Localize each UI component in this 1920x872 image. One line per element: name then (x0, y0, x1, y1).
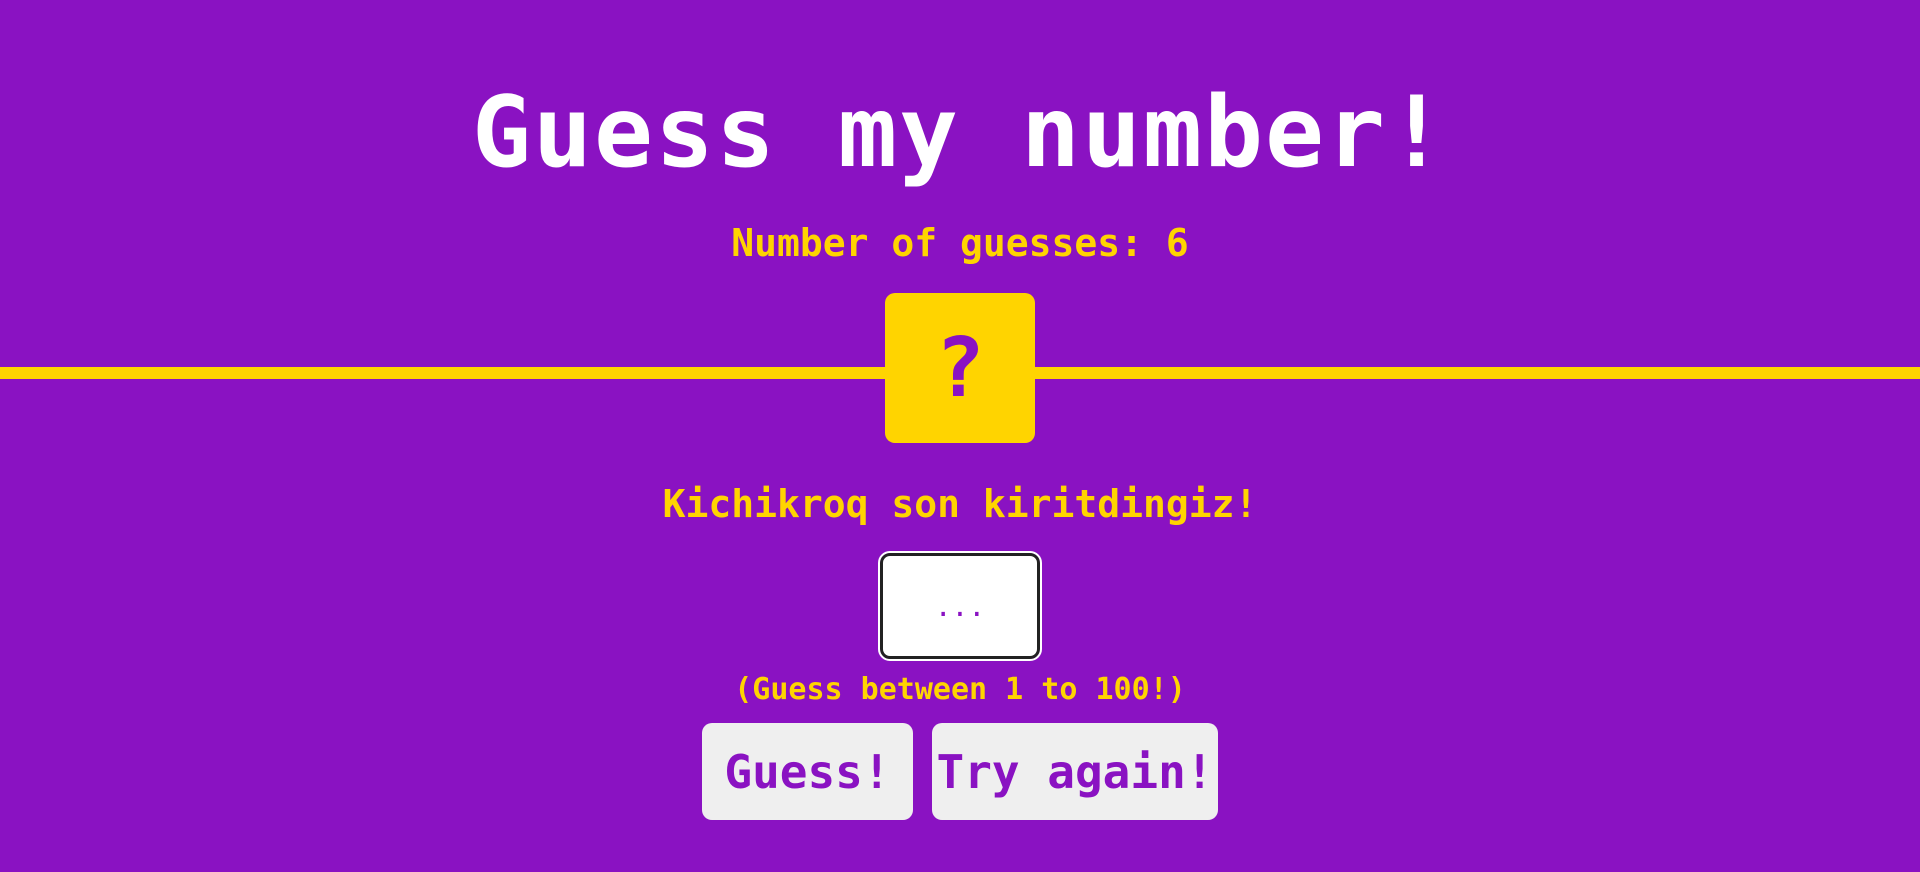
question-mark-icon: ? (935, 320, 985, 416)
game-screen: Guess my number! Number of guesses: 6 ? … (0, 0, 1920, 872)
guess-input[interactable] (878, 551, 1042, 661)
range-hint: (Guess between 1 to 100!) (734, 672, 1186, 707)
page-title: Guess my number! (471, 76, 1448, 190)
try-again-button[interactable]: Try again! (932, 723, 1218, 820)
feedback-message: Kichikroq son kiritdingiz! (662, 482, 1258, 526)
guess-button[interactable]: Guess! (702, 723, 913, 820)
secret-number-box: ? (885, 293, 1035, 443)
guess-counter: Number of guesses: 6 (731, 221, 1189, 265)
